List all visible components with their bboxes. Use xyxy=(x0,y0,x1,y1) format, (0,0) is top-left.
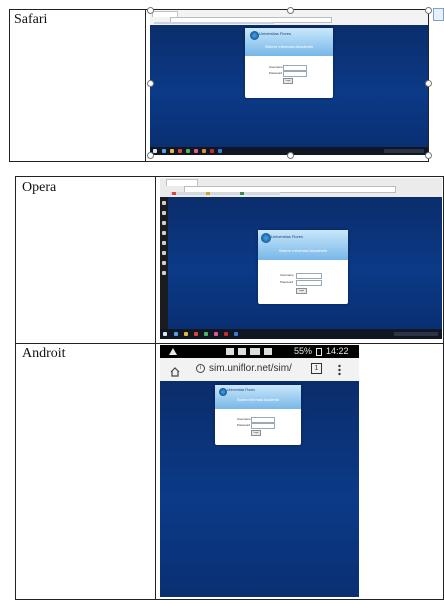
windows-start-icon[interactable] xyxy=(163,332,167,336)
screenshot-safari: Universitas Flores Sistem Informasi Akad… xyxy=(150,10,428,155)
login-button[interactable]: Login xyxy=(251,430,261,436)
column-divider xyxy=(155,176,156,600)
battery-percent: 55% xyxy=(294,346,313,356)
password-label: Password xyxy=(280,280,294,284)
resize-handle[interactable] xyxy=(147,80,154,87)
card-title: Sistem Informasi Akademik xyxy=(264,44,314,49)
card-title: Sistem Informasi Akademik xyxy=(278,248,328,253)
browser-toolbar xyxy=(160,178,442,198)
resize-handle[interactable] xyxy=(425,80,432,87)
card-site-name: Universitas Flores xyxy=(271,234,304,239)
taskbar-icon[interactable] xyxy=(184,332,188,336)
opera-sidebar xyxy=(160,197,168,329)
taskbar-icon[interactable] xyxy=(162,149,166,153)
status-time: 14:22 xyxy=(326,346,349,356)
screenshot-android: 55% 14:22 i sim.uniflor.net/sim/ 1 Unive… xyxy=(160,345,359,597)
signal-icons xyxy=(226,348,286,355)
logo-icon xyxy=(261,233,271,243)
system-tray xyxy=(394,332,438,336)
taskbar-icon[interactable] xyxy=(202,149,206,153)
username-label: Username xyxy=(280,273,294,277)
sidebar-icon[interactable] xyxy=(162,221,166,225)
resize-handle[interactable] xyxy=(147,152,154,159)
tab-count: 1 xyxy=(314,365,319,372)
bookmarks-bar xyxy=(170,192,280,195)
resize-handle[interactable] xyxy=(425,7,432,14)
info-icon[interactable]: i xyxy=(196,364,205,373)
logo-icon xyxy=(219,388,227,396)
sidebar-icon[interactable] xyxy=(162,251,166,255)
login-card: Universitas Flores Sistem Informasi Akad… xyxy=(245,28,333,98)
username-label: Username xyxy=(269,65,283,69)
windows-start-icon[interactable] xyxy=(153,149,157,153)
sidebar-icon[interactable] xyxy=(162,231,166,235)
password-input[interactable] xyxy=(251,423,275,429)
tab-counter-icon[interactable]: 1 xyxy=(311,363,322,374)
system-tray xyxy=(384,149,424,153)
sidebar-icon[interactable] xyxy=(162,271,166,275)
login-button[interactable]: Login xyxy=(296,288,307,294)
login-card: Universitas Flores Sistem Informasi Akad… xyxy=(215,385,301,445)
bookmark-icon xyxy=(206,192,210,195)
url-text[interactable]: sim.uniflor.net/sim/ xyxy=(209,363,292,374)
sidebar-icon[interactable] xyxy=(162,261,166,265)
taskbar-icon[interactable] xyxy=(224,332,228,336)
row-divider xyxy=(15,343,444,344)
overflow-menu-icon[interactable] xyxy=(338,363,341,376)
row-label-opera: Opera xyxy=(22,180,57,195)
username-input[interactable] xyxy=(296,273,322,279)
bookmark-icon xyxy=(240,192,244,195)
resize-handle[interactable] xyxy=(287,152,294,159)
password-input[interactable] xyxy=(283,71,307,77)
battery-icon xyxy=(316,348,322,356)
taskbar-icon[interactable] xyxy=(178,149,182,153)
bookmark-icon xyxy=(172,192,176,195)
browser-tab[interactable] xyxy=(166,179,198,186)
android-url-bar: i sim.uniflor.net/sim/ 1 xyxy=(160,358,359,382)
login-button[interactable]: Login xyxy=(283,78,293,84)
username-label: Username xyxy=(237,417,251,421)
layout-options-icon[interactable] xyxy=(433,8,444,21)
sidebar-icon[interactable] xyxy=(162,201,166,205)
row-label-safari: Safari xyxy=(14,12,48,27)
taskbar-icon[interactable] xyxy=(214,332,218,336)
card-title: Sistem Informasi Akademik xyxy=(236,398,280,402)
taskbar-icon[interactable] xyxy=(194,149,198,153)
sidebar-icon[interactable] xyxy=(162,241,166,245)
taskbar-icon[interactable] xyxy=(194,332,198,336)
taskbar-icon[interactable] xyxy=(170,149,174,153)
taskbar-icon[interactable] xyxy=(204,332,208,336)
taskbar-icon[interactable] xyxy=(210,149,214,153)
taskbar-icon[interactable] xyxy=(234,332,238,336)
taskbar-icon[interactable] xyxy=(186,149,190,153)
column-divider xyxy=(145,9,146,162)
card-site-name: Universitas Flores xyxy=(259,31,292,36)
resize-handle[interactable] xyxy=(147,7,154,14)
row-label-androit: Androit xyxy=(22,346,66,361)
bookmarks-bar xyxy=(154,22,274,24)
password-label: Password xyxy=(269,71,283,75)
password-input[interactable] xyxy=(296,280,322,286)
password-label: Password xyxy=(237,423,251,427)
login-card: Universitas Flores Sistem Informasi Akad… xyxy=(258,230,348,304)
taskbar-icon[interactable] xyxy=(174,332,178,336)
taskbar-icon[interactable] xyxy=(218,149,222,153)
logo-icon xyxy=(250,31,259,40)
card-site-name: Universitas Flores xyxy=(227,388,256,392)
windows-taskbar xyxy=(160,329,442,339)
sidebar-icon[interactable] xyxy=(162,211,166,215)
resize-handle[interactable] xyxy=(425,152,432,159)
notification-icon xyxy=(169,348,177,355)
android-status-bar: 55% 14:22 xyxy=(160,345,359,358)
home-icon[interactable] xyxy=(170,364,180,377)
screenshot-opera: Universitas Flores Sistem Informasi Akad… xyxy=(160,178,442,339)
resize-handle[interactable] xyxy=(287,7,294,14)
